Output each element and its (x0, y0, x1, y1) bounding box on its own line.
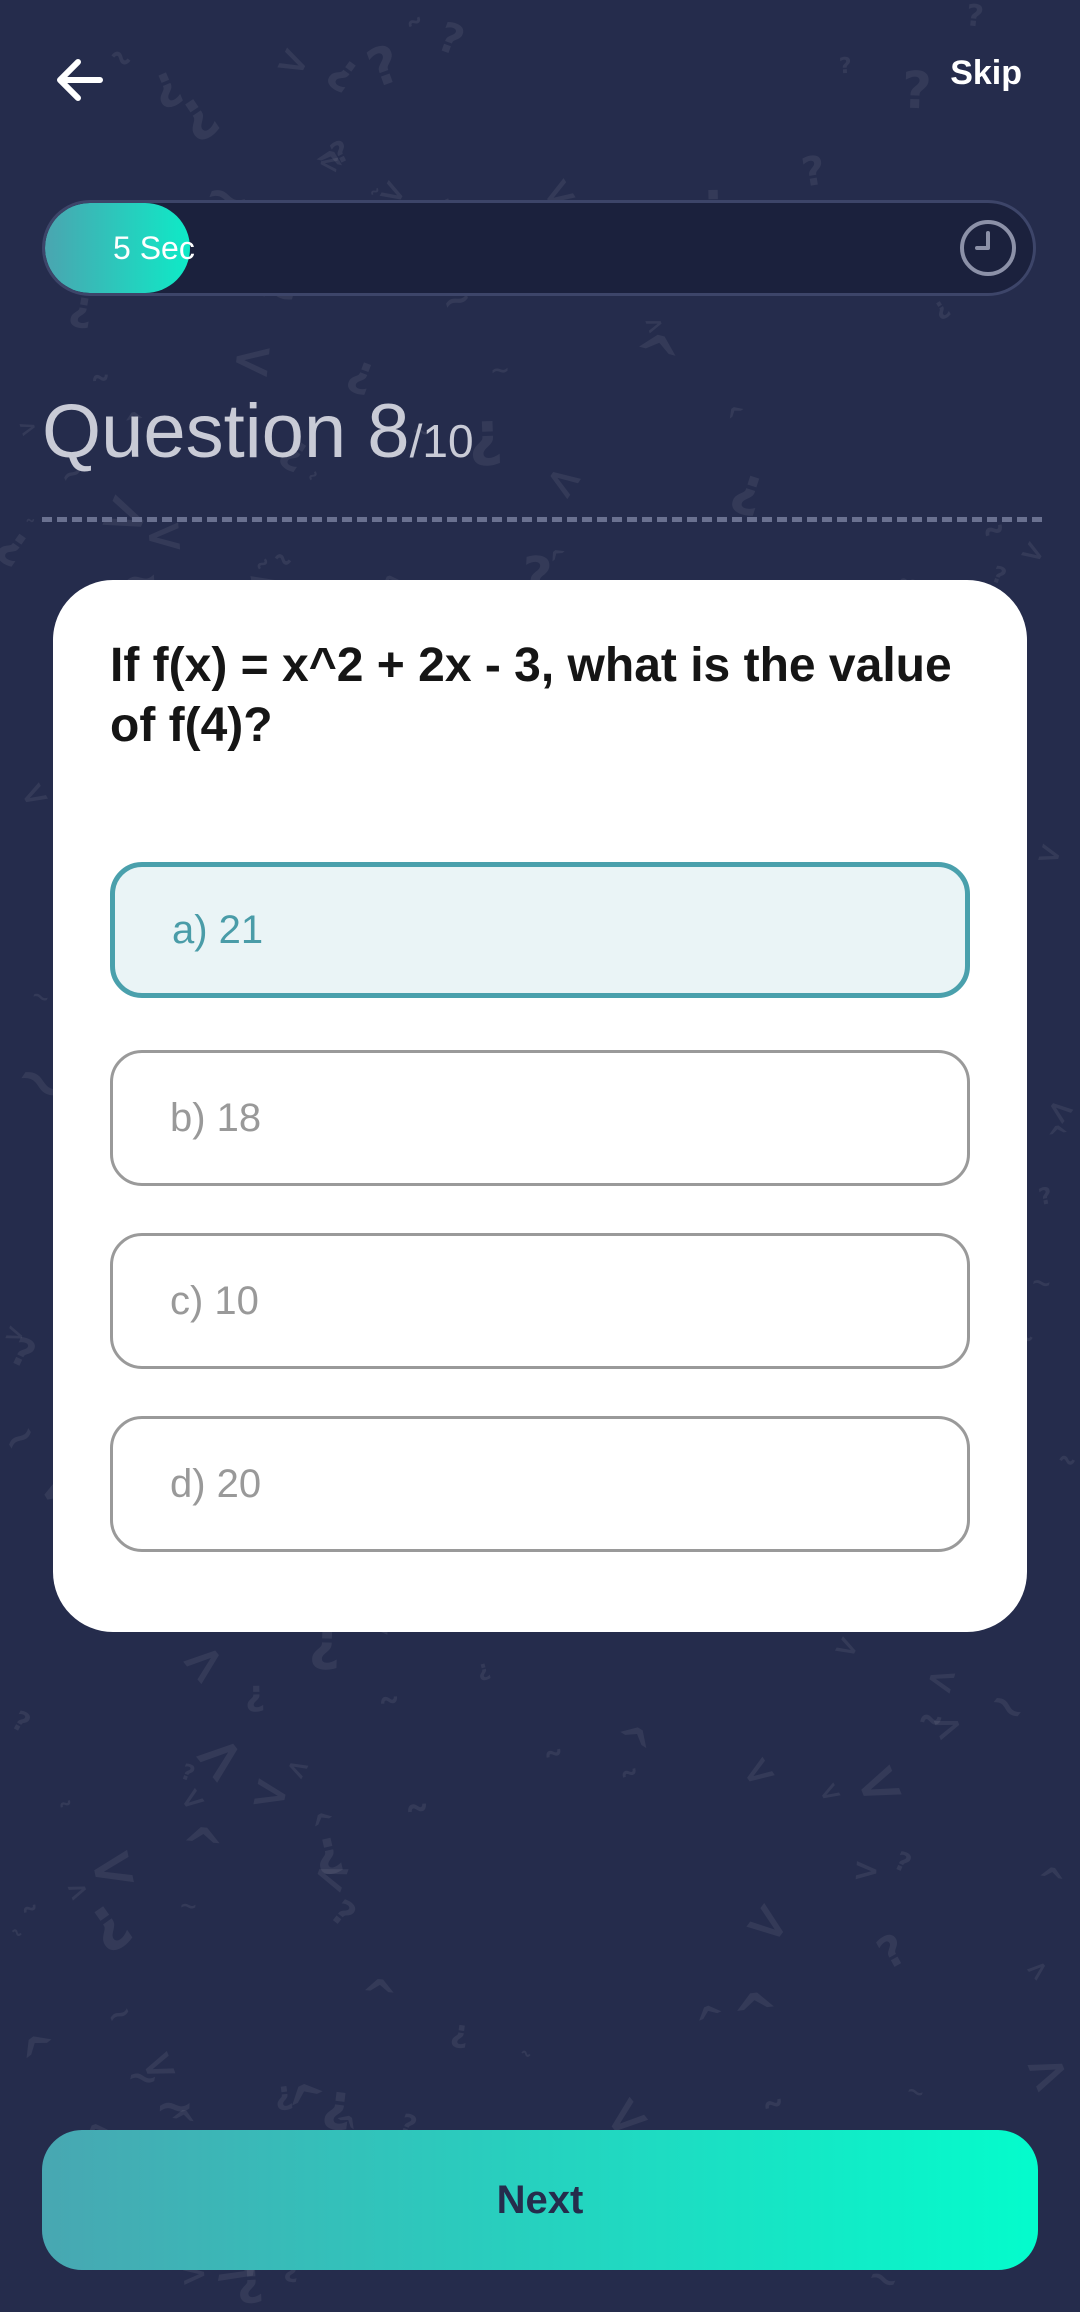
timer-label: 5 Sec (113, 230, 195, 266)
question-total: /10 (409, 415, 474, 467)
question-counter: Question 8/10 (42, 388, 474, 475)
dashed-divider (42, 517, 1042, 522)
arrow-left-icon (57, 59, 103, 101)
next-button[interactable]: Next (42, 2130, 1038, 2270)
option-c-label: c) 10 (170, 1279, 259, 1323)
question-card: If f(x) = x^2 + 2x - 3, what is the valu… (53, 580, 1027, 1632)
skip-button[interactable]: Skip (950, 54, 1022, 93)
question-number: Question 8 (42, 389, 410, 474)
question-text: If f(x) = x^2 + 2x - 3, what is the valu… (110, 639, 952, 752)
option-b-label: b) 18 (170, 1096, 262, 1140)
option-c[interactable]: c) 10 (110, 1233, 970, 1369)
option-a[interactable]: a) 21 (110, 862, 970, 998)
option-d-label: d) 20 (170, 1462, 262, 1506)
back-button[interactable] (50, 50, 110, 110)
option-a-label: a) 21 (172, 908, 264, 952)
option-d[interactable]: d) 20 (110, 1416, 970, 1552)
timer-progress-bar: 5 Sec (42, 200, 1036, 296)
option-b[interactable]: b) 18 (110, 1050, 970, 1186)
clock-icon (960, 220, 1016, 276)
